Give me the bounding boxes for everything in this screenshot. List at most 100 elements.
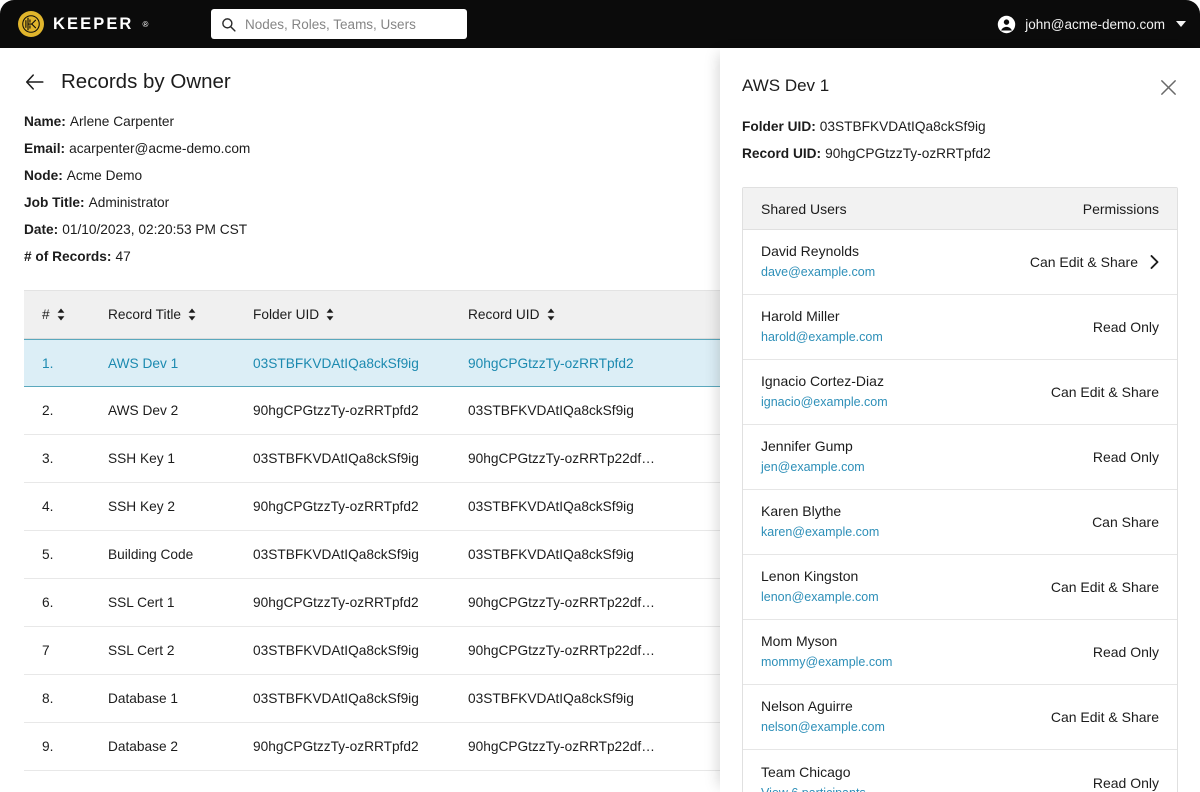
shared-user-permission-group[interactable]: Read Only: [1093, 319, 1159, 335]
record-title-cell: SSH Key 1: [108, 451, 175, 466]
record-uid-cell: 90hgCPGtzzTy-ozRRTp22df…: [468, 643, 655, 658]
shared-user-email[interactable]: harold@example.com: [761, 328, 883, 347]
record-number-cell: 3.: [42, 451, 54, 466]
shared-user-row[interactable]: Harold Miller harold@example.com Read Only: [743, 295, 1177, 360]
folder-uid-cell: 03STBFKVDAtIQa8ckSf9ig: [253, 451, 419, 466]
shared-user-row[interactable]: Karen Blythe karen@example.com Can Share: [743, 490, 1177, 555]
shared-user-name: Karen Blythe: [761, 503, 842, 519]
permission-label: Can Edit & Share: [1029, 254, 1138, 270]
search-input[interactable]: [245, 16, 455, 32]
brand-name: KEEPER: [53, 14, 134, 33]
shared-user-email[interactable]: ignacio@example.com: [761, 393, 888, 412]
table-body: 1. AWS Dev 1 03STBFKVDAtIQa8ckSf9ig 90hgCPG…: [24, 339, 728, 771]
keeper-mark-icon: [18, 11, 44, 37]
shared-user-permission-group[interactable]: Read Only: [1093, 775, 1159, 791]
record-detail-panel: AWS Dev 1 Folder UID: 03STBFKVDAtIQa8ckSf…: [720, 48, 1200, 792]
shared-user-email[interactable]: lenon@example.com: [761, 588, 879, 607]
record-number-cell: 5.: [42, 547, 54, 562]
detail-value: Arlene Carpenter: [69, 114, 175, 129]
shared-user-row[interactable]: David Reynolds dave@example.com Can Edit &…: [743, 230, 1177, 295]
keeper-logo[interactable]: KEEPER ®: [18, 11, 148, 37]
detail-row: Name: Arlene Carpenter: [24, 108, 728, 135]
table-row[interactable]: 6. SSL Cert 1 90hgCPGtzzTy-ozRRTpfd2 90hgCP…: [24, 579, 728, 627]
shared-user-email[interactable]: nelson@example.com: [761, 718, 885, 737]
record-uid-cell: 03STBFKVDAtIQa8ckSf9ig: [468, 499, 634, 514]
shared-user-email[interactable]: jen@example.com: [761, 458, 865, 477]
user-avatar-icon: [997, 15, 1016, 34]
shared-user-permission-group[interactable]: Can Edit & Share: [1030, 254, 1159, 270]
global-search[interactable]: [211, 9, 467, 39]
record-title-cell: Database 1: [108, 691, 179, 706]
table-row[interactable]: 4. SSH Key 2 90hgCPGtzzTy-ozRRTpfd2 03STBFK…: [24, 483, 728, 531]
chevron-right-icon[interactable]: [1150, 255, 1159, 269]
shared-user-row[interactable]: Mom Myson mommy@example.com Read Only: [743, 620, 1177, 685]
shared-user-permission-group[interactable]: Can Share: [1092, 514, 1159, 530]
sort-icon: [547, 308, 555, 321]
table-row[interactable]: 9. Database 2 90hgCPGtzzTy-ozRRTpfd2 90hgCP…: [24, 723, 728, 771]
shared-user-name: Lenon Kingston: [761, 568, 859, 584]
shared-user-row[interactable]: Nelson Aguirre nelson@example.com Can Edit…: [743, 685, 1177, 750]
shared-user-permission-group[interactable]: Can Edit & Share: [1051, 579, 1159, 595]
shared-user-name: Nelson Aguirre: [761, 698, 853, 714]
panel-detail-row: Folder UID: 03STBFKVDAtIQa8ckSf9ig: [742, 113, 1200, 140]
shared-users-column-label: Shared Users: [761, 200, 847, 217]
record-number-cell: 7: [42, 643, 50, 658]
column-header-label: Record UID: [468, 307, 540, 322]
table-row[interactable]: 2. AWS Dev 2 90hgCPGtzzTy-ozRRTpfd2 03STBFK…: [24, 387, 728, 435]
column-header-record-uid[interactable]: Record UID: [468, 307, 718, 322]
permission-label: Read Only: [1092, 644, 1159, 660]
table-row[interactable]: 5. Building Code 03STBFKVDAtIQa8ckSf9ig 03S…: [24, 531, 728, 579]
table-row[interactable]: 1. AWS Dev 1 03STBFKVDAtIQa8ckSf9ig 90hgCPG…: [24, 339, 728, 387]
permission-label: Read Only: [1092, 449, 1159, 465]
shared-user-email[interactable]: dave@example.com: [761, 263, 875, 282]
panel-detail-label: Record UID:: [742, 146, 822, 161]
shared-user-permission-group[interactable]: Read Only: [1093, 449, 1159, 465]
shared-user-row[interactable]: Ignacio Cortez-Diaz ignacio@example.com Ca…: [743, 360, 1177, 425]
shared-user-email[interactable]: karen@example.com: [761, 523, 879, 542]
column-header-folder-uid[interactable]: Folder UID: [253, 307, 468, 322]
record-title-cell: AWS Dev 2: [108, 403, 179, 418]
shared-user-permission-group[interactable]: Read Only: [1093, 644, 1159, 660]
table-row[interactable]: 7 SSL Cert 2 03STBFKVDAtIQa8ckSf9ig 90hgCPG…: [24, 627, 728, 675]
page-title: Records by Owner: [61, 70, 231, 93]
shared-user-name: Jennifer Gump: [761, 438, 853, 454]
folder-uid-cell: 90hgCPGtzzTy-ozRRTpfd2: [253, 499, 419, 514]
record-title-cell: AWS Dev 1: [108, 355, 179, 371]
detail-label: Date:: [24, 222, 59, 237]
permission-label: Can Edit & Share: [1050, 709, 1159, 725]
shared-user-name: David Reynolds: [761, 243, 860, 259]
column-header-record-title[interactable]: Record Title: [108, 307, 253, 322]
detail-value: acarpenter@acme-demo.com: [69, 141, 251, 156]
shared-user-permission-group[interactable]: Can Edit & Share: [1051, 384, 1159, 400]
panel-detail-row: Record UID: 90hgCPGtzzTy-ozRRTpfd2: [742, 140, 1200, 167]
column-header-label: Record Title: [108, 307, 182, 322]
shared-user-row[interactable]: Team Chicago View 6 participants Read Only: [743, 750, 1177, 792]
table-row[interactable]: 8. Database 1 03STBFKVDAtIQa8ckSf9ig 03STBF…: [24, 675, 728, 723]
permission-label: Can Edit & Share: [1050, 579, 1159, 595]
chevron-down-icon: [1176, 21, 1186, 27]
shared-user-identity: Nelson Aguirre nelson@example.com: [761, 697, 885, 737]
close-icon[interactable]: [1159, 78, 1178, 97]
record-title-cell: SSL Cert 1: [108, 595, 175, 610]
shared-user-email[interactable]: mommy@example.com: [761, 653, 892, 672]
record-number-cell: 4.: [42, 499, 54, 514]
detail-label: Email:: [24, 141, 66, 156]
detail-row: Job Title: Administrator: [24, 189, 728, 216]
shared-user-identity: David Reynolds dave@example.com: [761, 242, 875, 282]
shared-user-name: Ignacio Cortez-Diaz: [761, 373, 884, 389]
table-row[interactable]: 3. SSH Key 1 03STBFKVDAtIQa8ckSf9ig 90hgCPG…: [24, 435, 728, 483]
shared-user-row[interactable]: Jennifer Gump jen@example.com Read Only: [743, 425, 1177, 490]
record-uid-cell: 03STBFKVDAtIQa8ckSf9ig: [468, 691, 634, 706]
shared-user-row[interactable]: Lenon Kingston lenon@example.com Can Edit …: [743, 555, 1177, 620]
account-menu[interactable]: john@acme-demo.com: [997, 0, 1186, 48]
record-uid-cell: 90hgCPGtzzTy-ozRRTpfd2: [468, 355, 634, 371]
record-title-cell: SSL Cert 2: [108, 643, 175, 658]
back-arrow-icon[interactable]: [24, 71, 46, 93]
record-uid-cell: 90hgCPGtzzTy-ozRRTp22df…: [468, 739, 655, 754]
shared-user-permission-group[interactable]: Can Edit & Share: [1051, 709, 1159, 725]
view-participants-link[interactable]: View 6 participants: [761, 784, 866, 792]
detail-label: Name:: [24, 114, 66, 129]
record-title-cell: Building Code: [108, 547, 194, 562]
column-header-number[interactable]: #: [24, 307, 108, 322]
top-navigation-bar: KEEPER ® john@acme-demo.com: [0, 0, 1200, 48]
